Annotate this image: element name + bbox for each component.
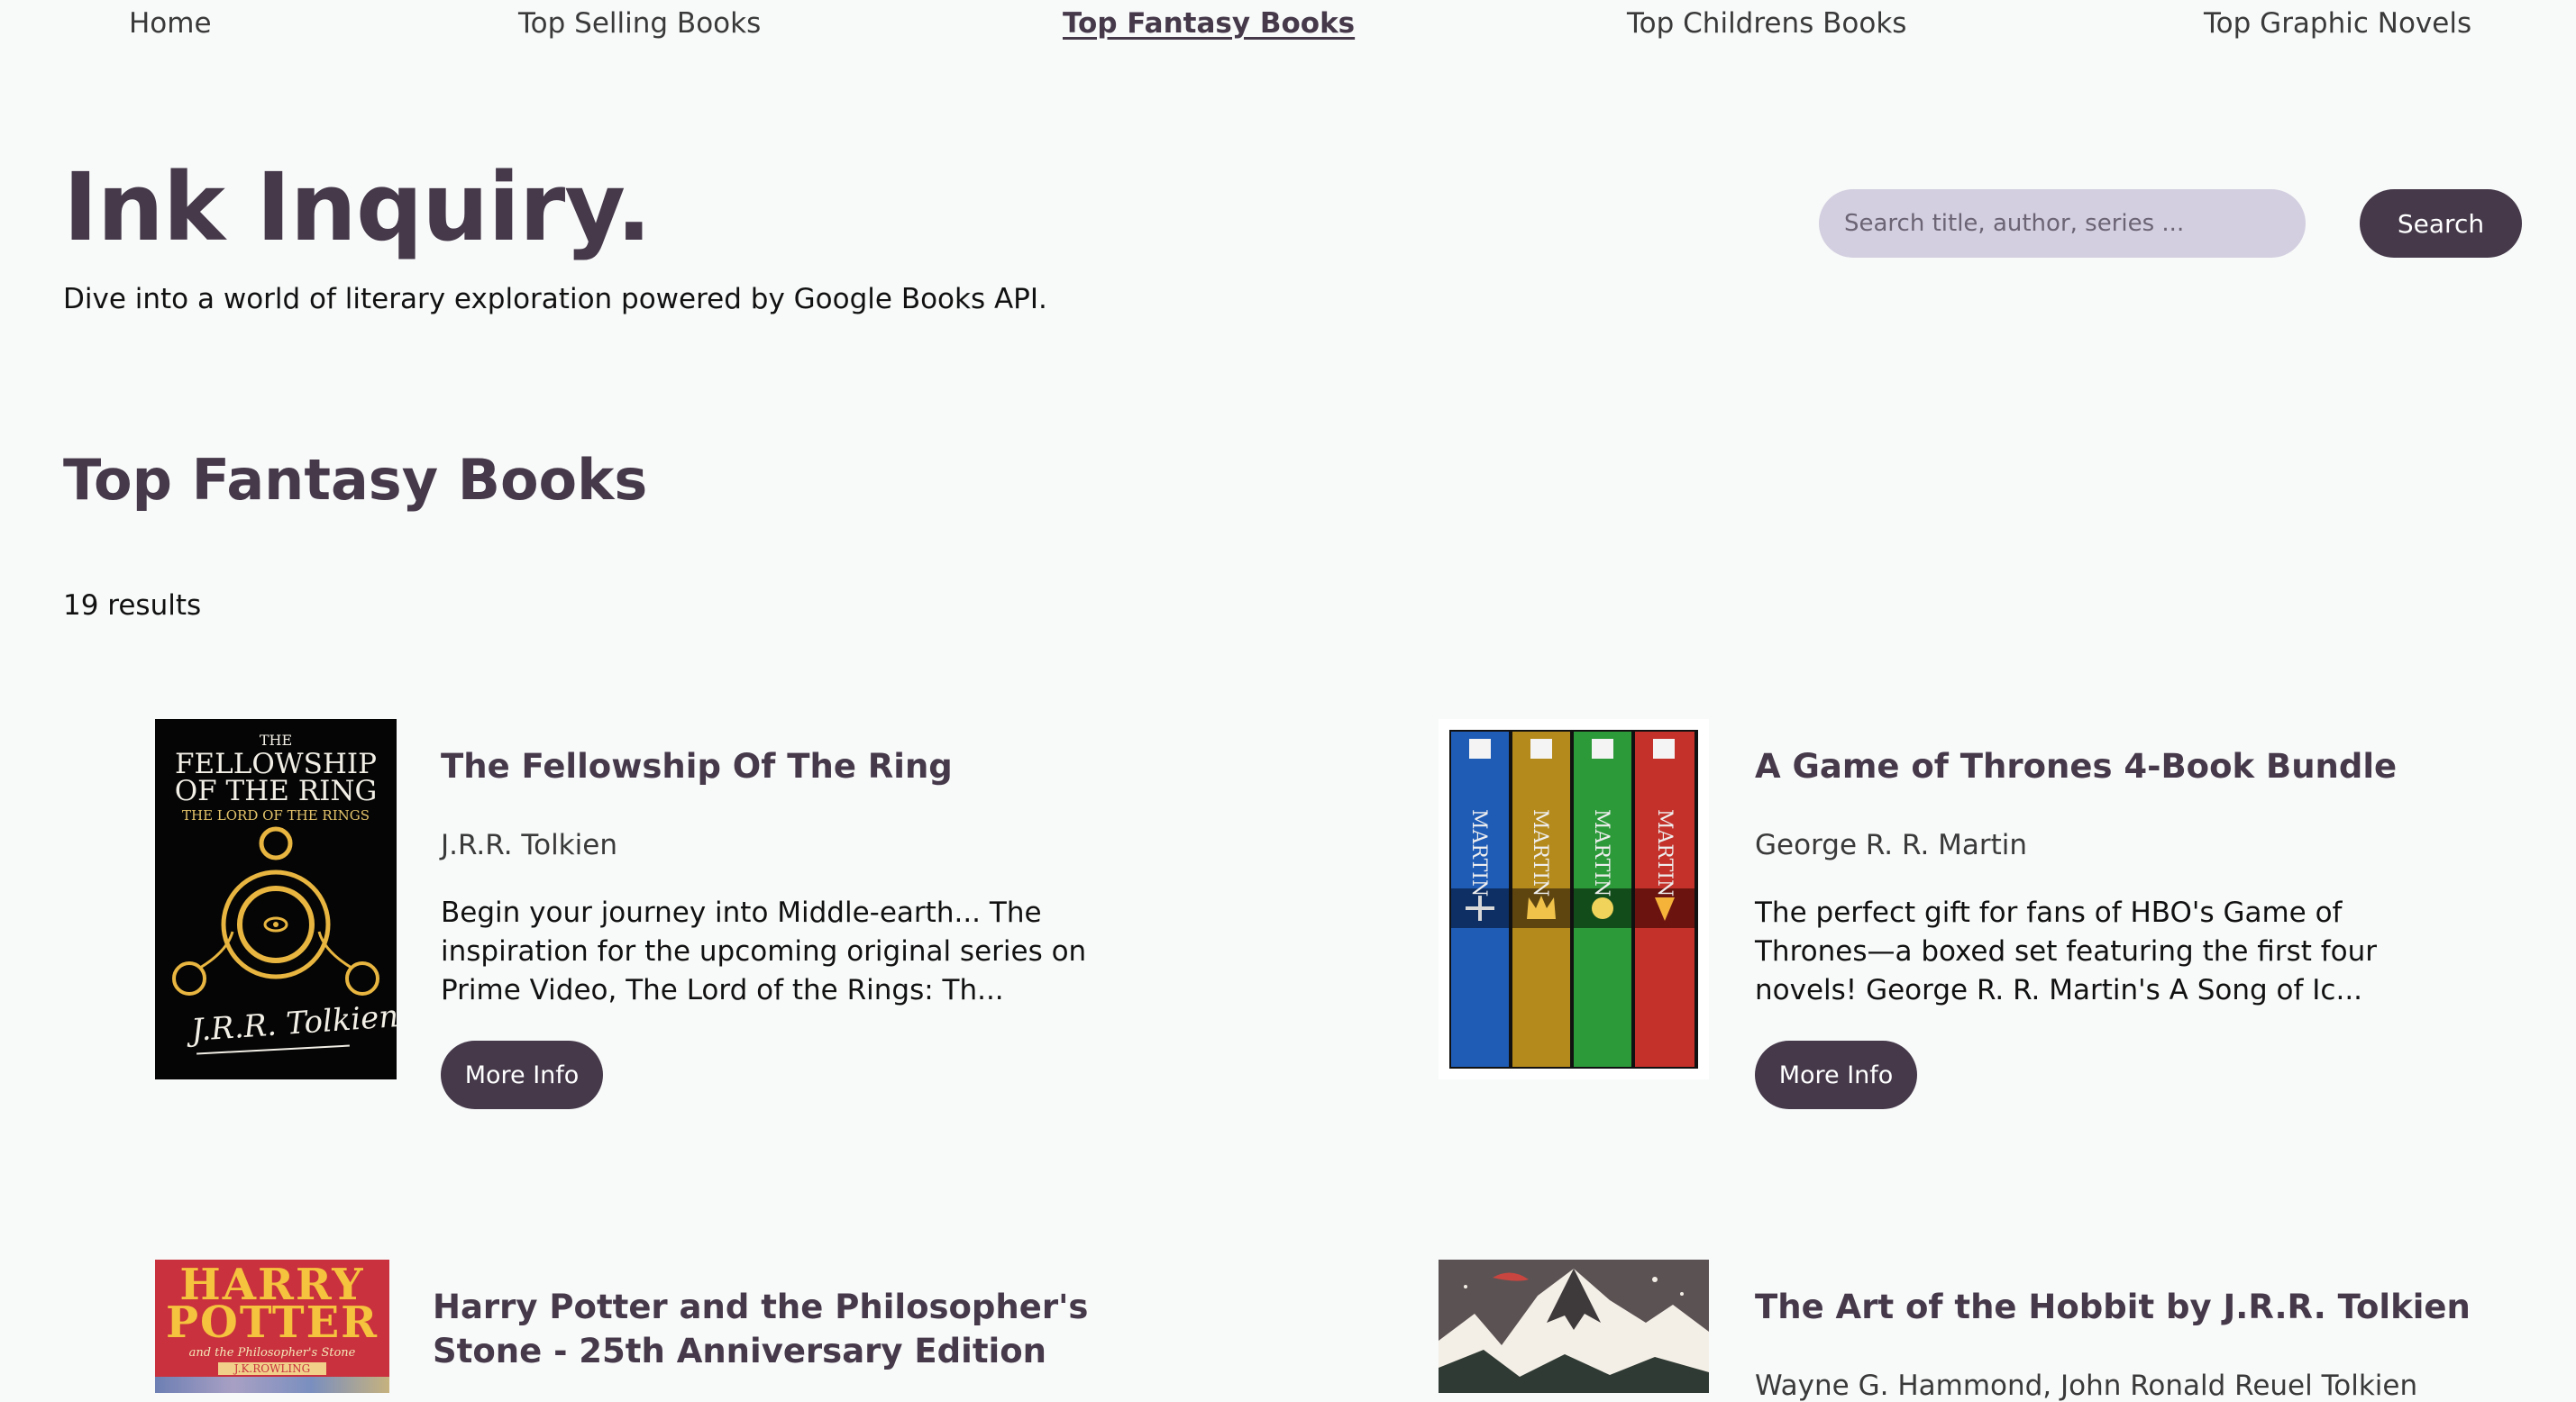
- cover-text: THE LORD OF THE RINGS: [181, 807, 370, 824]
- book-cover-fellowship[interactable]: THE FELLOWSHIP OF THE RING THE LORD OF T…: [155, 719, 397, 1079]
- book-cover-art-of-the-hobbit[interactable]: [1439, 1260, 1709, 1393]
- nav-home[interactable]: Home: [129, 7, 212, 40]
- cover-subtitle: and the Philosopher's Stone: [188, 1346, 356, 1360]
- book-author: George R. R. Martin: [1755, 829, 2028, 861]
- spine-text: MARTIN: [1529, 809, 1551, 897]
- book-title[interactable]: A Game of Thrones 4-Book Bundle: [1755, 744, 2476, 788]
- cover-text: OF THE RING: [174, 775, 378, 807]
- more-info-button[interactable]: More Info: [1755, 1041, 1917, 1109]
- book-description: The perfect gift for fans of HBO's Game …: [1755, 897, 2378, 1006]
- nav-top-graphic-novels[interactable]: Top Graphic Novels: [2204, 7, 2471, 40]
- book-title[interactable]: Harry Potter and the Philosopher's Stone…: [433, 1285, 1118, 1373]
- nav-top-selling-books[interactable]: Top Selling Books: [518, 7, 761, 40]
- spine-text: MARTIN: [1467, 809, 1490, 897]
- nav-top-childrens-books[interactable]: Top Childrens Books: [1627, 7, 1906, 40]
- spine-text: MARTIN: [1590, 809, 1612, 897]
- section-title: Top Fantasy Books: [63, 447, 648, 513]
- cover-text: POTTER: [165, 1297, 379, 1348]
- book-cover-game-of-thrones[interactable]: MARTIN MARTIN MARTIN MARTIN: [1439, 719, 1709, 1079]
- book-author: J.R.R. Tolkien: [441, 829, 617, 861]
- search-button[interactable]: Search: [2360, 189, 2522, 258]
- mountain-illustration: [1439, 1260, 1709, 1393]
- tagline: Dive into a world of literary exploratio…: [63, 283, 1047, 315]
- book-description: Begin your journey into Middle-earth... …: [441, 897, 1087, 1006]
- results-count: 19 results: [63, 589, 202, 622]
- more-info-button[interactable]: More Info: [441, 1041, 603, 1109]
- book-title[interactable]: The Art of the Hobbit by J.R.R. Tolkien: [1755, 1285, 2476, 1329]
- book-cover-harry-potter[interactable]: HARRY POTTER and the Philosopher's Stone…: [155, 1260, 389, 1393]
- search-input[interactable]: [1819, 189, 2306, 258]
- cover-author: J.K.ROWLING: [218, 1362, 326, 1375]
- spine-text: MARTIN: [1653, 809, 1676, 897]
- box-set-spines: [1449, 730, 1698, 1069]
- brand-title: Ink Inquiry.: [63, 152, 652, 262]
- nav-top-fantasy-books[interactable]: Top Fantasy Books: [1063, 7, 1355, 40]
- cover-illustration: [155, 1377, 389, 1393]
- book-title[interactable]: The Fellowship Of The Ring: [441, 744, 1162, 788]
- cover-text: THE: [259, 732, 293, 749]
- one-ring-emblem-icon: [172, 826, 379, 996]
- book-author: Wayne G. Hammond, John Ronald Reuel Tolk…: [1755, 1370, 2418, 1402]
- cover-signature: J.R.R. Tolkien: [189, 998, 397, 1049]
- top-nav: Home Top Selling Books Top Fantasy Books…: [0, 0, 2576, 54]
